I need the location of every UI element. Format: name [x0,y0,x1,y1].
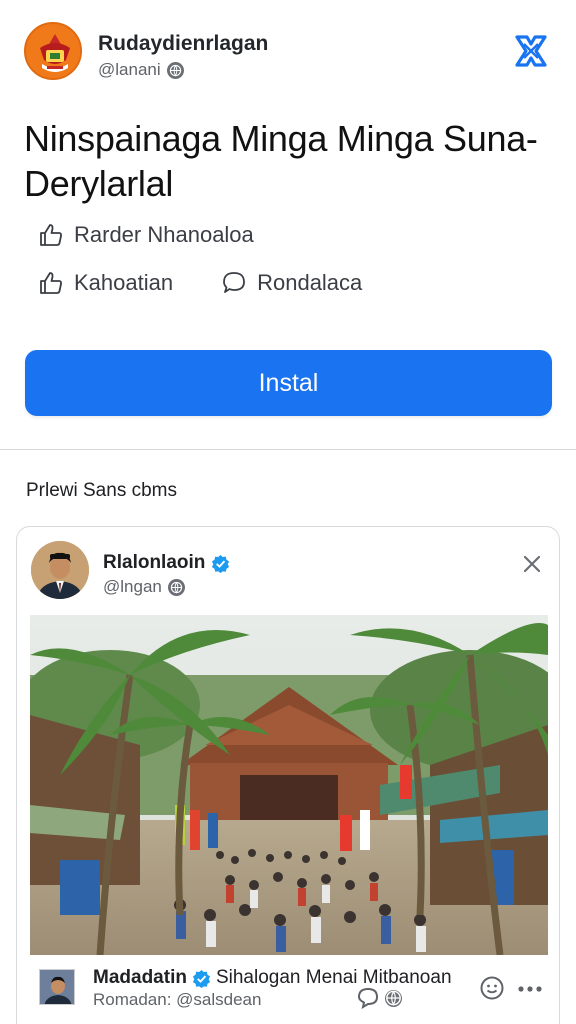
comment-label[interactable]: Rondalaca [257,270,362,296]
app-handle: @lanani [98,60,161,79]
card-handle-row: @lngan [103,577,185,597]
globe-icon [167,578,185,596]
comment-icon[interactable] [221,270,247,296]
emblem-logo-icon [24,22,82,80]
footer-subtitle: Romadan: @salsdean [93,990,262,1009]
card-author-name: Rlalonlaoin [103,552,206,573]
like-label[interactable]: Kahoatian [74,270,173,296]
close-icon[interactable] [521,553,543,575]
thumbs-up-icon[interactable] [38,270,64,296]
page-title: Ninspainaga Minga Minga Suna-Derylarlal [24,118,538,204]
app-name: Rudaydienrlagan [98,32,269,55]
verified-badge-icon [212,554,230,573]
emoji-icon[interactable] [479,975,505,1001]
meta-row1-label: Rarder Nhanoaloa [74,222,254,247]
meta-row-actions: Kahoatian Rondalaca [38,270,362,296]
post-photo[interactable] [30,615,548,955]
card-author-name-row: Rlalonlaoin [103,552,230,574]
app-handle-row: @lanani [98,60,184,80]
reply-icon[interactable] [357,987,379,1009]
preview-card: Rlalonlaoin @lngan Madadatin Sihalogan M… [16,526,560,1024]
globe-icon [385,989,402,1007]
install-button[interactable]: Instal [25,350,552,416]
avatar [31,541,89,599]
footer-icon-group [357,987,402,1009]
globe-icon [166,61,184,79]
app-header: Rudaydienrlagan @lanani [24,22,552,82]
more-options-icon[interactable] [517,979,543,999]
meta-row-likes[interactable]: Rarder Nhanoaloa [38,222,254,248]
thumbs-up-icon [40,224,62,246]
preview-section-label: Prlewi Sans cbms [26,480,177,501]
footer-avatar [39,969,75,1005]
verified-badge-icon [192,969,211,988]
divider [0,449,576,450]
x-brand-icon[interactable] [512,32,550,70]
footer-title-rest: Sihalogan Menai Mitbanoan [215,967,452,988]
footer-title[interactable]: Madadatin Sihalogan Menai Mitbanoan [93,967,452,989]
footer-title-bold: Madadatin [93,967,187,988]
card-handle: @lngan [103,577,162,596]
